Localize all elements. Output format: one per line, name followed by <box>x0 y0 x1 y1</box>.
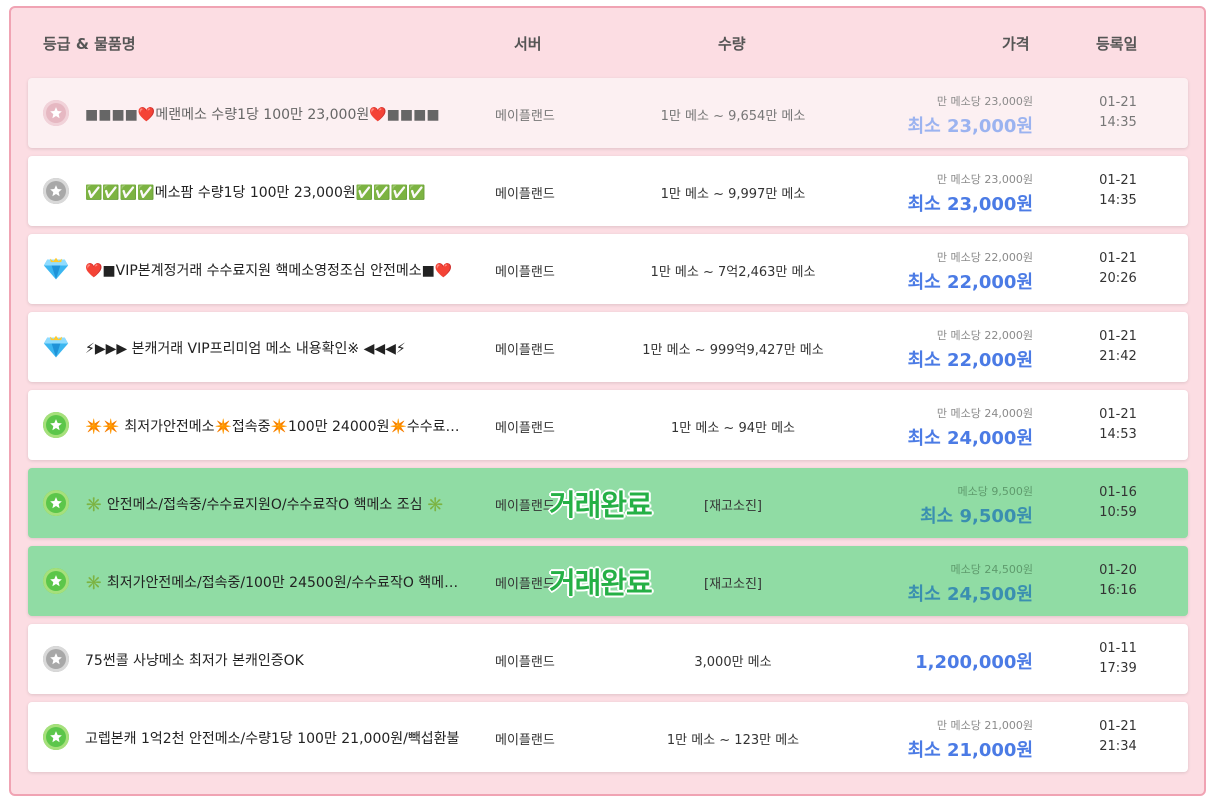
item-title[interactable]: ✅✅✅✅메소팜 수량1당 100만 23,000원✅✅✅✅ <box>85 182 460 202</box>
diamond-grade-icon <box>43 334 69 360</box>
header-name: 등급 & 물품명 <box>43 35 136 53</box>
unit-price: 만 메소당 24,000원 <box>936 407 1033 420</box>
item-title[interactable]: ✴️✴️ 최저가안전메소✴️접속중✴️100만 24000원✴️수수료지원 <box>85 416 460 436</box>
item-title[interactable]: ■■■■❤️메랜메소 수량1당 100만 23,000원❤️■■■■ <box>85 104 460 124</box>
item-title[interactable]: 75썬콜 사냥메소 최저가 본캐인증OK <box>85 650 460 670</box>
server-name: 메이플랜드 <box>495 577 555 592</box>
table-row[interactable]: ❤️■VIP본계정거래 수수료지원 핵메소영정조심 안전메소■❤️ 메이플랜드 … <box>28 234 1188 304</box>
date-time: 14:53 <box>1099 427 1137 442</box>
min-price: 최소 23,000원 <box>907 194 1033 215</box>
item-title[interactable]: ✳️ 최저가안전메소/접속중/100만 24500원/수수료작O 핵메소 조심 <box>85 572 460 592</box>
table-row[interactable]: ✳️ 안전메소/접속중/수수료지원O/수수료작O 핵메소 조심 ✳️ 메이플랜드… <box>28 468 1188 538</box>
registered-date: 01-20 16:16 <box>1078 561 1158 601</box>
unit-price: 메소당 9,500원 <box>957 485 1033 498</box>
diamond-grade-icon <box>43 256 69 282</box>
server-name: 메이플랜드 <box>495 109 555 124</box>
item-title[interactable]: ❤️■VIP본계정거래 수수료지원 핵메소영정조심 안전메소■❤️ <box>85 260 460 280</box>
unit-price: 만 메소당 21,000원 <box>936 719 1033 732</box>
date-time: 10:59 <box>1099 505 1137 520</box>
date-day: 01-11 <box>1099 641 1137 656</box>
date-time: 21:42 <box>1099 349 1137 364</box>
item-title[interactable]: 고렙본캐 1억2천 안전메소/수량1당 100만 21,000원/빽섭환불 <box>85 728 460 748</box>
green-star-grade-icon <box>43 568 69 594</box>
registered-date: 01-16 10:59 <box>1078 483 1158 523</box>
unit-price: 만 메소당 22,000원 <box>936 251 1033 264</box>
gray-star-grade-icon <box>43 646 69 672</box>
green-star-grade-icon <box>43 724 69 750</box>
quantity-range: 1만 메소 ~ 9,654만 메소 <box>660 109 806 124</box>
date-day: 01-21 <box>1099 95 1137 110</box>
quantity-range: 1만 메소 ~ 94만 메소 <box>671 421 795 436</box>
header-price: 가격 <box>1002 35 1030 53</box>
server-name: 메이플랜드 <box>495 733 555 748</box>
date-day: 01-20 <box>1099 563 1137 578</box>
date-day: 01-21 <box>1099 173 1137 188</box>
table-row[interactable]: 75썬콜 사냥메소 최저가 본캐인증OK 메이플랜드 3,000만 메소 1,2… <box>28 624 1188 694</box>
table-row[interactable]: ✅✅✅✅메소팜 수량1당 100만 23,000원✅✅✅✅ 메이플랜드 1만 메… <box>28 156 1188 226</box>
min-price: 최소 23,000원 <box>907 116 1033 137</box>
header-quantity: 수량 <box>718 35 746 53</box>
min-price: 최소 21,000원 <box>907 740 1033 761</box>
quantity-range: 1만 메소 ~ 7억2,463만 메소 <box>650 265 816 280</box>
table-row[interactable]: 고렙본캐 1억2천 안전메소/수량1당 100만 21,000원/빽섭환불 메이… <box>28 702 1188 772</box>
date-day: 01-21 <box>1099 407 1137 422</box>
quantity-range: 1만 메소 ~ 9,997만 메소 <box>660 187 806 202</box>
date-time: 14:35 <box>1099 193 1137 208</box>
server-name: 메이플랜드 <box>495 187 555 202</box>
green-star-grade-icon <box>43 412 69 438</box>
table-row[interactable]: ⚡▶▶▶ 본캐거래 VIP프리미엄 메소 내용확인※ ◀◀◀⚡ 메이플랜드 1만… <box>28 312 1188 382</box>
quantity-range: 1만 메소 ~ 999억9,427만 메소 <box>642 343 824 358</box>
green-star-grade-icon <box>43 490 69 516</box>
registered-date: 01-21 21:42 <box>1078 327 1158 367</box>
server-name: 메이플랜드 <box>495 421 555 436</box>
registered-date: 01-21 20:26 <box>1078 249 1158 289</box>
header-date: 등록일 <box>1096 35 1138 53</box>
server-name: 메이플랜드 <box>495 655 555 670</box>
unit-price: 만 메소당 22,000원 <box>936 329 1033 342</box>
total-price: 1,200,000원 <box>915 652 1033 673</box>
server-name: 메이플랜드 <box>495 343 555 358</box>
unit-price: 메소당 24,500원 <box>950 563 1033 576</box>
registered-date: 01-21 21:34 <box>1078 717 1158 757</box>
date-time: 16:16 <box>1099 583 1137 598</box>
date-time: 17:39 <box>1099 661 1137 676</box>
min-price: 최소 24,000원 <box>907 428 1033 449</box>
min-price: 최소 9,500원 <box>920 506 1033 527</box>
server-name: 메이플랜드 <box>495 265 555 280</box>
registered-date: 01-21 14:35 <box>1078 93 1158 133</box>
date-day: 01-21 <box>1099 719 1137 734</box>
registered-date: 01-21 14:35 <box>1078 171 1158 211</box>
registered-date: 01-11 17:39 <box>1078 639 1158 679</box>
table-header: 등급 & 물품명 서버 수량 가격 등록일 <box>0 0 1215 70</box>
item-title[interactable]: ✳️ 안전메소/접속중/수수료지원O/수수료작O 핵메소 조심 ✳️ <box>85 494 460 514</box>
date-day: 01-21 <box>1099 251 1137 266</box>
quantity-range: [재고소진] <box>704 499 762 514</box>
date-time: 21:34 <box>1099 739 1137 754</box>
min-price: 최소 22,000원 <box>907 272 1033 293</box>
date-day: 01-21 <box>1099 329 1137 344</box>
server-name: 메이플랜드 <box>495 499 555 514</box>
gray-star-grade-icon <box>43 100 69 126</box>
registered-date: 01-21 14:53 <box>1078 405 1158 445</box>
quantity-range: 3,000만 메소 <box>694 655 772 670</box>
date-day: 01-16 <box>1099 485 1137 500</box>
unit-price: 만 메소당 23,000원 <box>936 173 1033 186</box>
quantity-range: [재고소진] <box>704 577 762 592</box>
date-time: 20:26 <box>1099 271 1137 286</box>
table-row[interactable]: ■■■■❤️메랜메소 수량1당 100만 23,000원❤️■■■■ 메이플랜드… <box>28 78 1188 148</box>
header-server: 서버 <box>514 35 542 53</box>
date-time: 14:35 <box>1099 115 1137 130</box>
table-row[interactable]: ✴️✴️ 최저가안전메소✴️접속중✴️100만 24000원✴️수수료지원 메이… <box>28 390 1188 460</box>
gray-star-grade-icon <box>43 178 69 204</box>
min-price: 최소 22,000원 <box>907 350 1033 371</box>
unit-price: 만 메소당 23,000원 <box>936 95 1033 108</box>
item-title[interactable]: ⚡▶▶▶ 본캐거래 VIP프리미엄 메소 내용확인※ ◀◀◀⚡ <box>85 338 460 358</box>
quantity-range: 1만 메소 ~ 123만 메소 <box>666 733 800 748</box>
table-row[interactable]: ✳️ 최저가안전메소/접속중/100만 24500원/수수료작O 핵메소 조심 … <box>28 546 1188 616</box>
min-price: 최소 24,500원 <box>907 584 1033 605</box>
